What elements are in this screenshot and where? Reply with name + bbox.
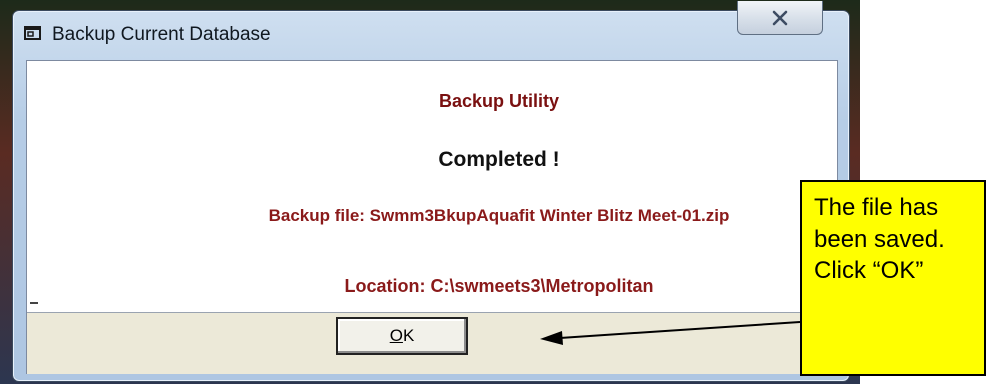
callout-arrow (540, 321, 801, 345)
